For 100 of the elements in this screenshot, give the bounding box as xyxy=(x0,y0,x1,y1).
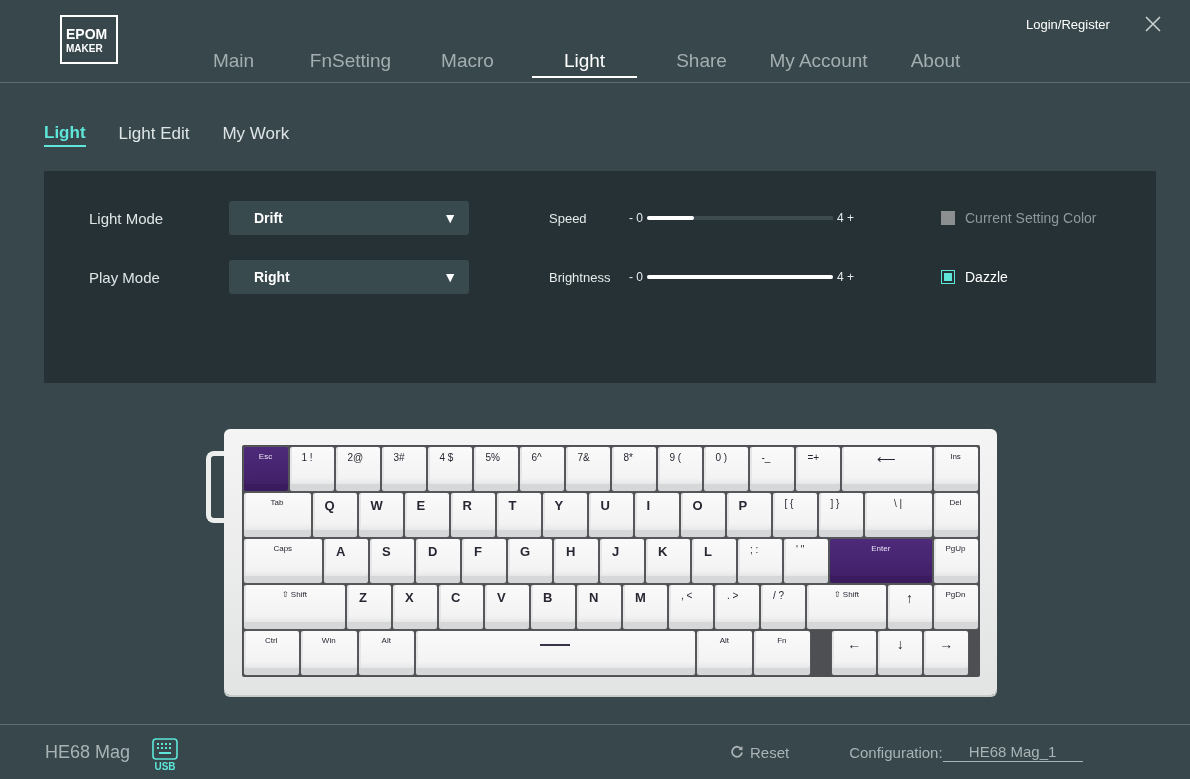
key[interactable]: 4 $ xyxy=(426,446,473,492)
key[interactable]: Enter xyxy=(829,538,933,584)
key[interactable]: S xyxy=(369,538,415,584)
configuration-value[interactable]: HE68 Mag_1 xyxy=(942,742,1083,762)
checkbox[interactable] xyxy=(941,211,955,225)
key[interactable]: A xyxy=(323,538,369,584)
key[interactable]: 8* xyxy=(610,446,657,492)
slider-min-label: - 0 xyxy=(629,270,643,284)
nav-tab[interactable]: Share xyxy=(643,50,760,78)
key[interactable]: 9 ( xyxy=(656,446,703,492)
caret-icon: ▼ xyxy=(443,269,457,285)
keyboard-icon xyxy=(152,738,178,760)
key[interactable]: ' " xyxy=(783,538,829,584)
key[interactable]: PgUp xyxy=(932,538,979,584)
key[interactable]: D xyxy=(415,538,461,584)
key[interactable]: J xyxy=(599,538,645,584)
key[interactable]: E xyxy=(403,492,450,538)
key[interactable]: -_ xyxy=(748,446,795,492)
reset-button[interactable]: Reset xyxy=(730,743,790,761)
key[interactable]: 6^ xyxy=(518,446,565,492)
key[interactable]: T xyxy=(495,492,542,538)
slider-max-label: 4 + xyxy=(837,211,855,225)
key[interactable]: . > xyxy=(714,584,760,630)
sub-tab[interactable]: My Work xyxy=(222,123,290,147)
key[interactable]: → xyxy=(923,630,970,676)
key[interactable]: Y xyxy=(541,492,588,538)
nav-tab[interactable]: FnSetting xyxy=(292,50,409,78)
checkbox[interactable] xyxy=(941,270,955,284)
key[interactable]: C xyxy=(438,584,484,630)
key[interactable]: 1 ! xyxy=(288,446,335,492)
key[interactable]: , < xyxy=(668,584,714,630)
nav-tab[interactable]: Main xyxy=(175,50,292,78)
key[interactable]: Tab xyxy=(242,492,312,538)
space-key[interactable] xyxy=(415,630,696,676)
key[interactable]: Esc xyxy=(242,446,289,492)
key[interactable]: W xyxy=(357,492,404,538)
key[interactable]: V xyxy=(484,584,530,630)
key[interactable]: ⟵ xyxy=(840,446,933,492)
key[interactable]: M xyxy=(622,584,668,630)
key[interactable]: R xyxy=(449,492,496,538)
key[interactable]: ; : xyxy=(737,538,783,584)
key[interactable]: N xyxy=(576,584,622,630)
key[interactable]: 7& xyxy=(564,446,611,492)
key[interactable]: PgDn xyxy=(932,584,979,630)
dropdown-value: Drift xyxy=(254,210,283,226)
key[interactable]: ⇧ Shift xyxy=(242,584,346,630)
key[interactable]: ↑ xyxy=(886,584,933,630)
key[interactable]: =+ xyxy=(794,446,841,492)
key[interactable]: P xyxy=(725,492,772,538)
slider-max-label: 4 + xyxy=(837,270,855,284)
dropdown[interactable]: Drift ▼ xyxy=(229,201,469,235)
key[interactable]: \ | xyxy=(863,492,933,538)
key[interactable]: 0 ) xyxy=(702,446,749,492)
slider-label: Speed xyxy=(549,210,588,226)
key[interactable]: ] } xyxy=(817,492,864,538)
key[interactable]: Fn xyxy=(753,630,811,676)
key[interactable]: Alt xyxy=(695,630,754,676)
key[interactable]: ⇧ Shift xyxy=(806,584,887,630)
key[interactable]: 5% xyxy=(472,446,519,492)
device-name: HE68 Mag xyxy=(45,741,132,763)
key[interactable]: Ctrl xyxy=(242,630,300,676)
key[interactable]: K xyxy=(645,538,691,584)
nav-tab[interactable]: Macro xyxy=(409,50,526,78)
key[interactable]: B xyxy=(530,584,576,630)
key[interactable]: L xyxy=(691,538,737,584)
key[interactable]: Z xyxy=(346,584,392,630)
key[interactable]: I xyxy=(633,492,680,538)
select-label: Light Mode xyxy=(89,209,165,227)
key[interactable]: Caps xyxy=(242,538,323,584)
dropdown[interactable]: Right ▼ xyxy=(229,260,469,294)
key[interactable]: F xyxy=(461,538,507,584)
key[interactable]: Win xyxy=(300,630,358,676)
key[interactable]: U xyxy=(587,492,634,538)
nav-tab[interactable]: Light xyxy=(526,50,643,78)
nav-tab[interactable]: About xyxy=(877,50,994,78)
sub-tab[interactable]: Light Edit xyxy=(118,123,190,147)
key[interactable]: ← xyxy=(831,630,878,676)
key[interactable]: Ins xyxy=(932,446,979,492)
login-register-link[interactable]: Login/Register xyxy=(1026,17,1110,32)
key[interactable]: G xyxy=(507,538,553,584)
caret-icon: ▼ xyxy=(443,210,457,226)
key[interactable]: ↓ xyxy=(877,630,924,676)
key[interactable]: [ { xyxy=(771,492,818,538)
key[interactable]: 2@ xyxy=(334,446,381,492)
dropdown-value: Right xyxy=(254,269,290,285)
connection-label: USB xyxy=(154,761,176,772)
key[interactable]: H xyxy=(553,538,599,584)
key[interactable]: Q xyxy=(311,492,358,538)
key[interactable]: / ? xyxy=(760,584,806,630)
close-icon[interactable] xyxy=(1145,16,1161,32)
checkbox-label: Current Setting Color xyxy=(965,210,1097,226)
key[interactable]: X xyxy=(392,584,438,630)
key[interactable]: 3# xyxy=(380,446,427,492)
configuration-label: Configuration: xyxy=(849,743,943,761)
slider-label: Brightness xyxy=(549,269,612,285)
nav-tab[interactable]: My Account xyxy=(760,50,877,78)
sub-tab[interactable]: Light xyxy=(44,123,86,147)
key[interactable]: Del xyxy=(932,492,979,538)
key[interactable]: O xyxy=(679,492,726,538)
key[interactable]: Alt xyxy=(357,630,415,676)
